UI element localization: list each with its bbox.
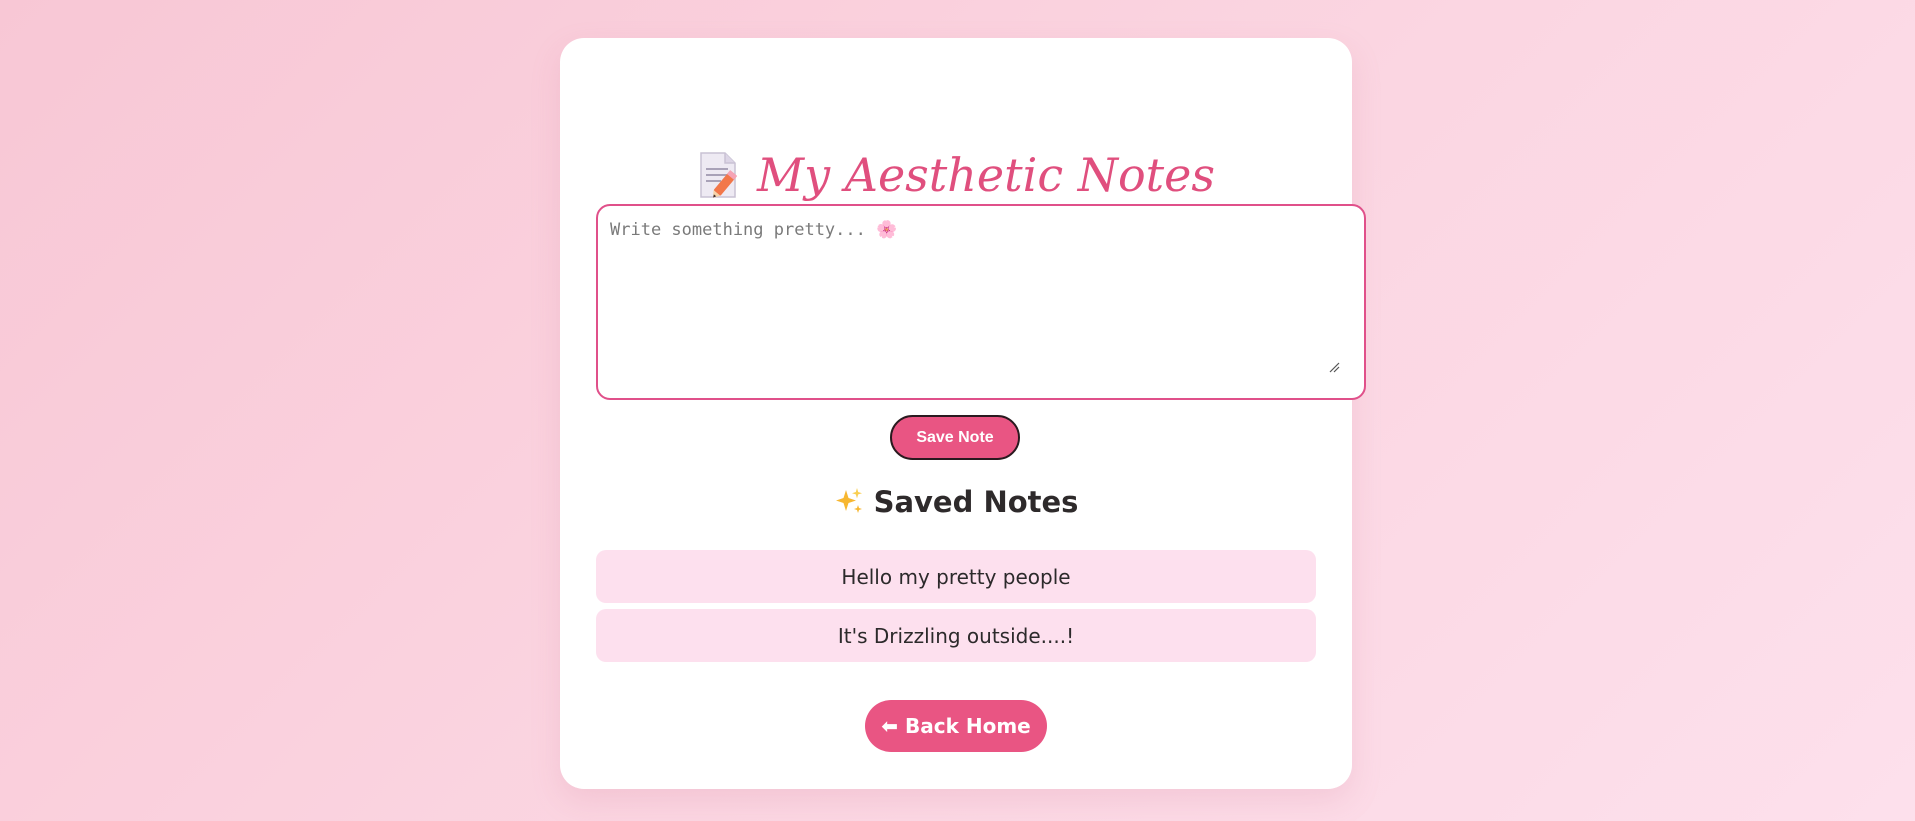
page-title: My Aesthetic Notes xyxy=(757,148,1215,202)
saved-notes-title: Saved Notes xyxy=(873,485,1079,519)
saved-note-item[interactable]: Hello my pretty people xyxy=(596,550,1316,603)
save-note-button[interactable]: Save Note xyxy=(890,415,1020,460)
note-textarea[interactable] xyxy=(596,204,1366,400)
saved-notes-list: Hello my pretty people It's Drizzling ou… xyxy=(596,550,1316,668)
notes-card: My Aesthetic Notes Save Note Saved Notes… xyxy=(560,38,1366,789)
memo-icon xyxy=(697,151,739,199)
resize-handle-icon[interactable] xyxy=(1328,358,1340,373)
saved-notes-heading: Saved Notes xyxy=(560,485,1352,519)
back-home-label: ⬅ Back Home xyxy=(881,714,1031,738)
back-home-button[interactable]: ⬅ Back Home xyxy=(865,700,1047,752)
saved-note-item[interactable]: It's Drizzling outside....! xyxy=(596,609,1316,662)
sparkles-icon xyxy=(834,485,864,519)
